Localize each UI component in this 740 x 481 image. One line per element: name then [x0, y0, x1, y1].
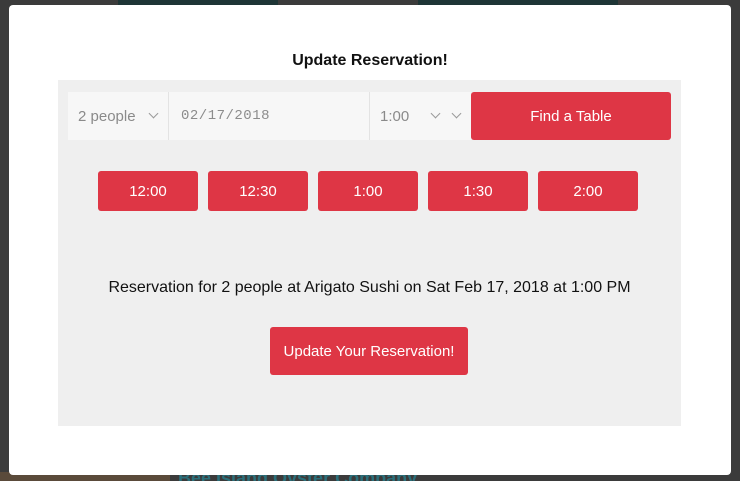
date-value: 02/17/2018: [181, 108, 271, 124]
reservation-summary: Reservation for 2 people at Arigato Sush…: [108, 279, 631, 296]
find-table-button[interactable]: Find a Table: [471, 92, 671, 140]
party-size-select[interactable]: 2 people: [68, 92, 169, 140]
party-size-value: 2 people: [78, 107, 136, 125]
chevron-down-icon: [430, 108, 441, 119]
date-input[interactable]: 02/17/2018: [169, 92, 370, 140]
chevron-down-icon: [451, 108, 462, 119]
reservation-panel: 2 people 02/17/2018 1:00 Find a Table 12…: [58, 80, 681, 426]
chevron-down-icon: [148, 108, 159, 119]
search-row: 2 people 02/17/2018 1:00 Find a Table: [68, 92, 671, 140]
update-reservation-button[interactable]: Update Your Reservation!: [270, 327, 468, 375]
time-slot-button[interactable]: 1:30: [428, 171, 528, 211]
time-slot-button[interactable]: 2:00: [538, 171, 638, 211]
reservation-modal: Update Reservation! 2 people 02/17/2018 …: [9, 5, 731, 475]
time-slot-button[interactable]: 12:30: [208, 171, 308, 211]
time-slot-list: 12:00 12:30 1:00 1:30 2:00: [98, 171, 638, 211]
time-value: 1:00: [380, 107, 410, 125]
time-slot-button[interactable]: 1:00: [318, 171, 418, 211]
time-slot-button[interactable]: 12:00: [98, 171, 198, 211]
time-select[interactable]: 1:00: [370, 92, 471, 140]
modal-title: Update Reservation!: [292, 52, 448, 69]
